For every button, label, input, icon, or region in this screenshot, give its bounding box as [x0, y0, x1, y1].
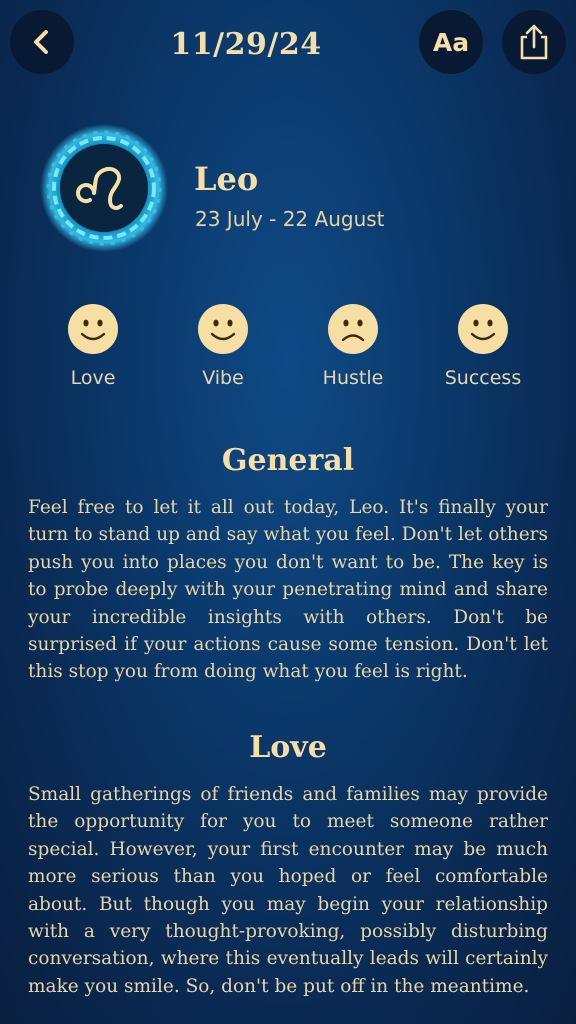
section-title-love: Love [249, 730, 327, 765]
mood-success: Success [418, 303, 548, 389]
sign-header: Leo 23 July - 22 August [38, 122, 558, 262]
share-icon [520, 24, 548, 60]
mood-hustle: Hustle [288, 303, 418, 389]
top-bar: 11/29/24 Aa [0, 10, 576, 74]
font-size-label: Aa [432, 27, 470, 57]
mood-label: Hustle [322, 367, 384, 389]
mood-love: Love [28, 303, 158, 389]
mood-vibe: Vibe [158, 303, 288, 389]
mood-label: Love [70, 367, 116, 389]
happy-face-icon [68, 304, 118, 354]
section-body-general: Feel free to let it all out today, Leo. … [28, 497, 548, 683]
mood-label: Success [444, 367, 522, 389]
section-title-general: General [221, 443, 355, 478]
section-body-love: Small gatherings of friends and families… [28, 784, 548, 997]
leo-zodiac-icon [40, 124, 168, 252]
happy-face-icon [198, 304, 248, 354]
font-size-button[interactable]: Aa [419, 10, 483, 74]
share-button[interactable] [502, 10, 566, 74]
sign-name: Leo [194, 160, 259, 198]
mood-label: Vibe [202, 367, 244, 389]
happy-face-icon [458, 304, 508, 354]
sad-face-icon [328, 304, 378, 354]
sign-dates: 23 July - 22 August [195, 207, 385, 231]
mood-ratings: Love Vibe Hustle Success [28, 303, 548, 403]
